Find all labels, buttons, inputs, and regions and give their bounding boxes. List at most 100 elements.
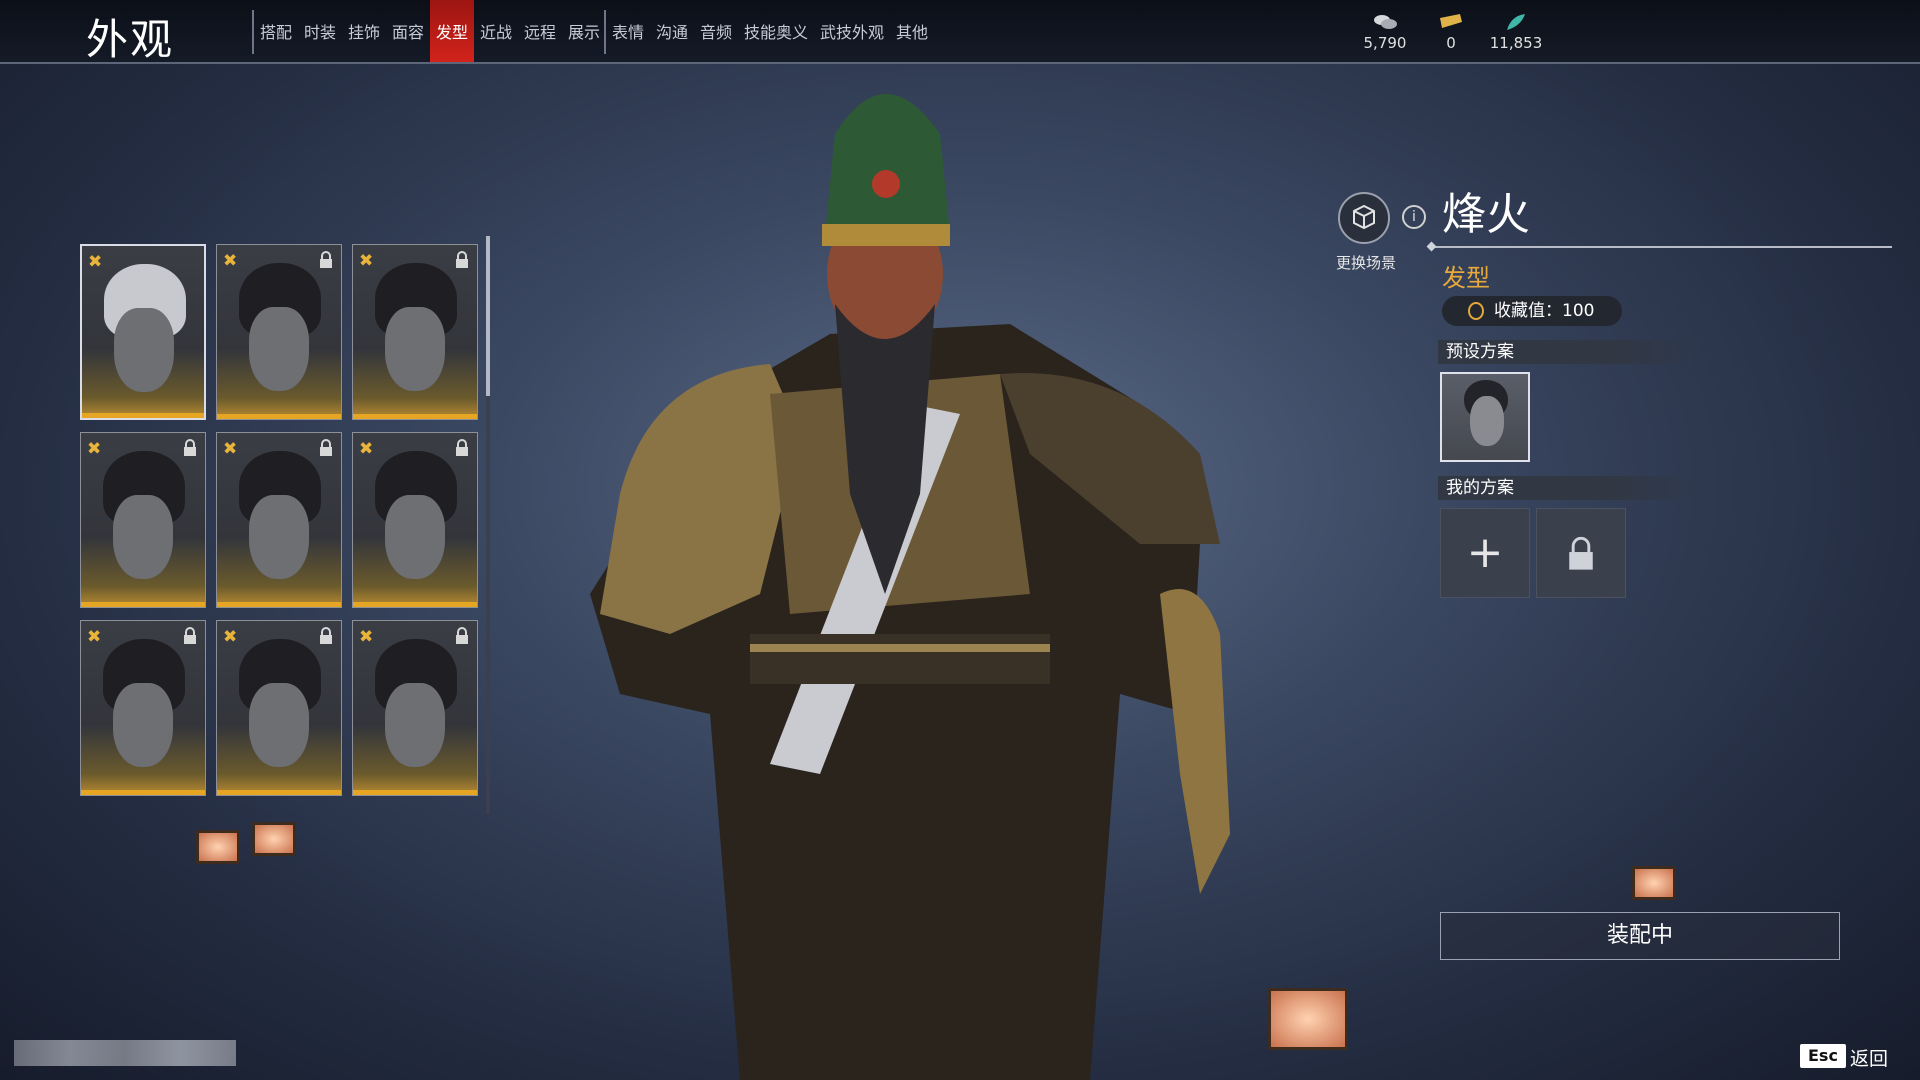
lock-icon <box>320 251 332 268</box>
lantern-decoration <box>1268 988 1348 1050</box>
owned-mark-icon: ✖ <box>223 251 238 271</box>
tab-fashion[interactable]: 时装 <box>300 0 340 62</box>
tab-audio[interactable]: 音频 <box>696 0 736 62</box>
face-silhouette <box>249 495 309 579</box>
my-plans-section-header: 我的方案 <box>1438 476 1698 500</box>
tab-face[interactable]: 面容 <box>388 0 428 62</box>
face-silhouette <box>1470 396 1504 446</box>
collection-value: 收藏值：100 <box>1494 301 1595 321</box>
title-divider <box>1432 246 1892 248</box>
hairstyle-card[interactable]: ✖ <box>80 620 206 796</box>
owned-mark-icon: ✖ <box>359 439 374 459</box>
rarity-bar <box>217 790 341 795</box>
face-silhouette <box>113 683 173 767</box>
lock-icon <box>320 439 332 456</box>
nav-divider <box>252 10 254 54</box>
lock-icon <box>184 439 196 456</box>
lock-icon <box>184 627 196 644</box>
currency-coins: 5,790 <box>1360 12 1410 52</box>
lock-icon <box>456 251 468 268</box>
grid-scrollbar-thumb[interactable] <box>486 236 490 396</box>
lock-icon <box>456 627 468 644</box>
rarity-bar <box>81 602 205 607</box>
owned-mark-icon: ✖ <box>223 627 238 647</box>
hairstyle-card[interactable]: ✖ <box>216 432 342 608</box>
rarity-bar <box>217 414 341 419</box>
face-silhouette <box>385 683 445 767</box>
tab-melee[interactable]: 近战 <box>476 0 516 62</box>
tab-outfit[interactable]: 搭配 <box>256 0 296 62</box>
face-silhouette <box>114 308 174 392</box>
tab-ranged[interactable]: 远程 <box>520 0 560 62</box>
rarity-bar <box>82 413 204 418</box>
equipped-button[interactable]: 装配中 <box>1440 912 1840 960</box>
currency-coins-value: 5,790 <box>1363 34 1407 52</box>
tab-martial-appearance[interactable]: 武技外观 <box>816 0 888 62</box>
tab-skill-ultimate[interactable]: 技能奥义 <box>740 0 812 62</box>
preset-section-header: 预设方案 <box>1438 340 1698 364</box>
hairstyle-card[interactable]: ✖ <box>352 620 478 796</box>
currency-feathers-value: 11,853 <box>1489 34 1543 52</box>
owned-mark-icon: ✖ <box>87 627 102 647</box>
tab-hairstyle[interactable]: 发型 <box>430 0 474 62</box>
tab-display[interactable]: 展示 <box>564 0 604 62</box>
tab-communication[interactable]: 沟通 <box>652 0 692 62</box>
face-silhouette <box>385 495 445 579</box>
owned-mark-icon: ✖ <box>223 439 238 459</box>
character-model <box>590 94 1230 1080</box>
lock-icon <box>1569 536 1593 570</box>
item-name: 烽火 <box>1442 189 1530 240</box>
plus-icon: + <box>1466 527 1504 578</box>
owned-mark-icon: ✖ <box>359 251 374 271</box>
face-silhouette <box>113 495 173 579</box>
tab-emote[interactable]: 表情 <box>608 0 648 62</box>
change-scene-label[interactable]: 更换场景 <box>1322 252 1410 273</box>
face-silhouette <box>385 307 445 391</box>
currency-tickets-value: 0 <box>1446 34 1456 52</box>
hairstyle-card[interactable]: ✖ <box>80 244 206 420</box>
owned-mark-icon: ✖ <box>88 252 103 272</box>
collection-badge: 收藏值：100 <box>1442 296 1622 326</box>
hairstyle-card[interactable]: ✖ <box>352 432 478 608</box>
cube-icon <box>1353 204 1375 230</box>
lantern-decoration <box>252 822 296 856</box>
back-button[interactable]: 返回 <box>1850 1044 1888 1071</box>
ticket-icon <box>1440 14 1462 28</box>
owned-mark-icon: ✖ <box>359 627 374 647</box>
face-silhouette <box>249 683 309 767</box>
currency-feathers: 11,853 <box>1486 12 1546 52</box>
currency-tickets: 0 <box>1426 12 1476 52</box>
lantern-decoration <box>196 830 240 864</box>
owned-mark-icon: ✖ <box>87 439 102 459</box>
info-icon[interactable]: i <box>1402 205 1426 229</box>
rarity-bar <box>353 790 477 795</box>
tab-other[interactable]: 其他 <box>892 0 932 62</box>
hairstyle-card[interactable]: ✖ <box>216 244 342 420</box>
feather-icon <box>1507 14 1525 30</box>
rarity-bar <box>353 414 477 419</box>
tab-accessory[interactable]: 挂饰 <box>344 0 384 62</box>
rarity-bar <box>353 602 477 607</box>
preset-plan-slot[interactable] <box>1440 372 1530 462</box>
item-category: 发型 <box>1442 264 1490 292</box>
hairstyle-card[interactable]: ✖ <box>80 432 206 608</box>
top-divider <box>0 62 1920 64</box>
hairstyle-card[interactable]: ✖ <box>352 244 478 420</box>
change-scene-button[interactable] <box>1338 192 1390 244</box>
face-silhouette <box>249 307 309 391</box>
locked-plan-slot[interactable] <box>1536 508 1626 598</box>
blurred-user-id <box>14 1040 236 1066</box>
coin-stack-icon <box>1374 15 1397 29</box>
lock-icon <box>456 439 468 456</box>
add-plan-button[interactable]: + <box>1440 508 1530 598</box>
esc-key-hint: Esc <box>1800 1044 1846 1068</box>
collection-icon <box>1468 302 1484 320</box>
hairstyle-card[interactable]: ✖ <box>216 620 342 796</box>
rarity-bar <box>217 602 341 607</box>
title-divider-dot <box>1426 241 1437 252</box>
nav-divider <box>604 10 606 54</box>
lock-icon <box>320 627 332 644</box>
page-title: 外观 <box>86 15 175 64</box>
lantern-decoration <box>1632 866 1676 900</box>
rarity-bar <box>81 790 205 795</box>
